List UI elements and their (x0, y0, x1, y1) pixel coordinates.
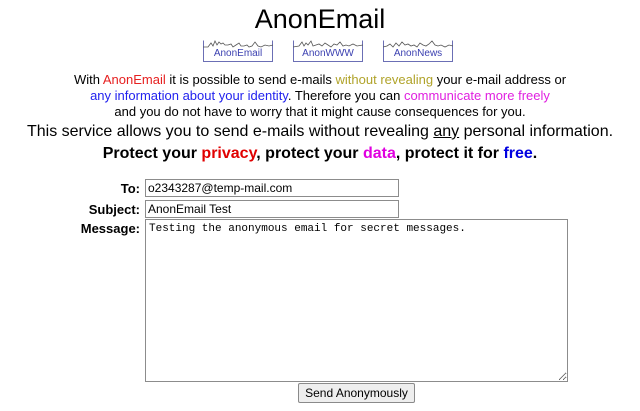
statement-emphasis: any (433, 123, 460, 140)
nav-tab-label: AnonEmail (213, 48, 263, 59)
intro-text: and you do not have to worry that it mig… (114, 104, 526, 119)
intro-paragraph: With AnonEmail it is possible to send e-… (0, 72, 640, 120)
subject-label: Subject: (88, 202, 140, 217)
page-title: AnonEmail (254, 4, 386, 34)
intro-text: it is possible to send e-mails (165, 72, 336, 87)
message-textarea[interactable]: Testing the anonymous email for secret m… (145, 219, 568, 382)
nav-tab-anonemail[interactable]: AnonEmail (203, 40, 273, 62)
intro-text: your e-mail address or (433, 72, 567, 87)
nav-tab-label: AnonWWW (302, 48, 354, 59)
slogan-text: . (532, 145, 538, 162)
slogan-text: Protect your (102, 145, 202, 162)
intro-highlight: without revealing (335, 72, 434, 87)
nav-tab-label: AnonNews (393, 48, 443, 59)
message-label: Message: (80, 221, 140, 236)
intro-text: With (73, 72, 103, 87)
nav-tab-anonwww[interactable]: AnonWWW (293, 40, 363, 62)
subject-field[interactable] (145, 200, 399, 218)
service-statement: This service allows you to send e-mails … (0, 122, 640, 142)
to-field[interactable] (145, 179, 399, 197)
intro-highlight: any information about your identity (90, 88, 288, 103)
slogan: Protect your privacy, protect your data,… (0, 144, 640, 164)
to-label: To: (120, 181, 140, 196)
nav-bar: AnonEmail AnonWWW AnonNews (0, 40, 640, 62)
send-anonymously-button[interactable]: Send Anonymously (298, 383, 415, 403)
statement-text: personal information. (459, 123, 614, 140)
slogan-word-data: data (362, 145, 396, 162)
slogan-text: , protect it for (395, 145, 504, 162)
nav-tab-anonnews[interactable]: AnonNews (383, 40, 453, 62)
brand-name: AnonEmail (102, 72, 166, 87)
slogan-word-privacy: privacy (201, 145, 257, 162)
slogan-word-free: free (503, 145, 533, 162)
slogan-text: , protect your (256, 145, 363, 162)
intro-text: . Therefore you can (287, 88, 404, 103)
intro-highlight: communicate more freely (403, 88, 550, 103)
statement-text: This service allows you to send e-mails … (26, 123, 434, 140)
